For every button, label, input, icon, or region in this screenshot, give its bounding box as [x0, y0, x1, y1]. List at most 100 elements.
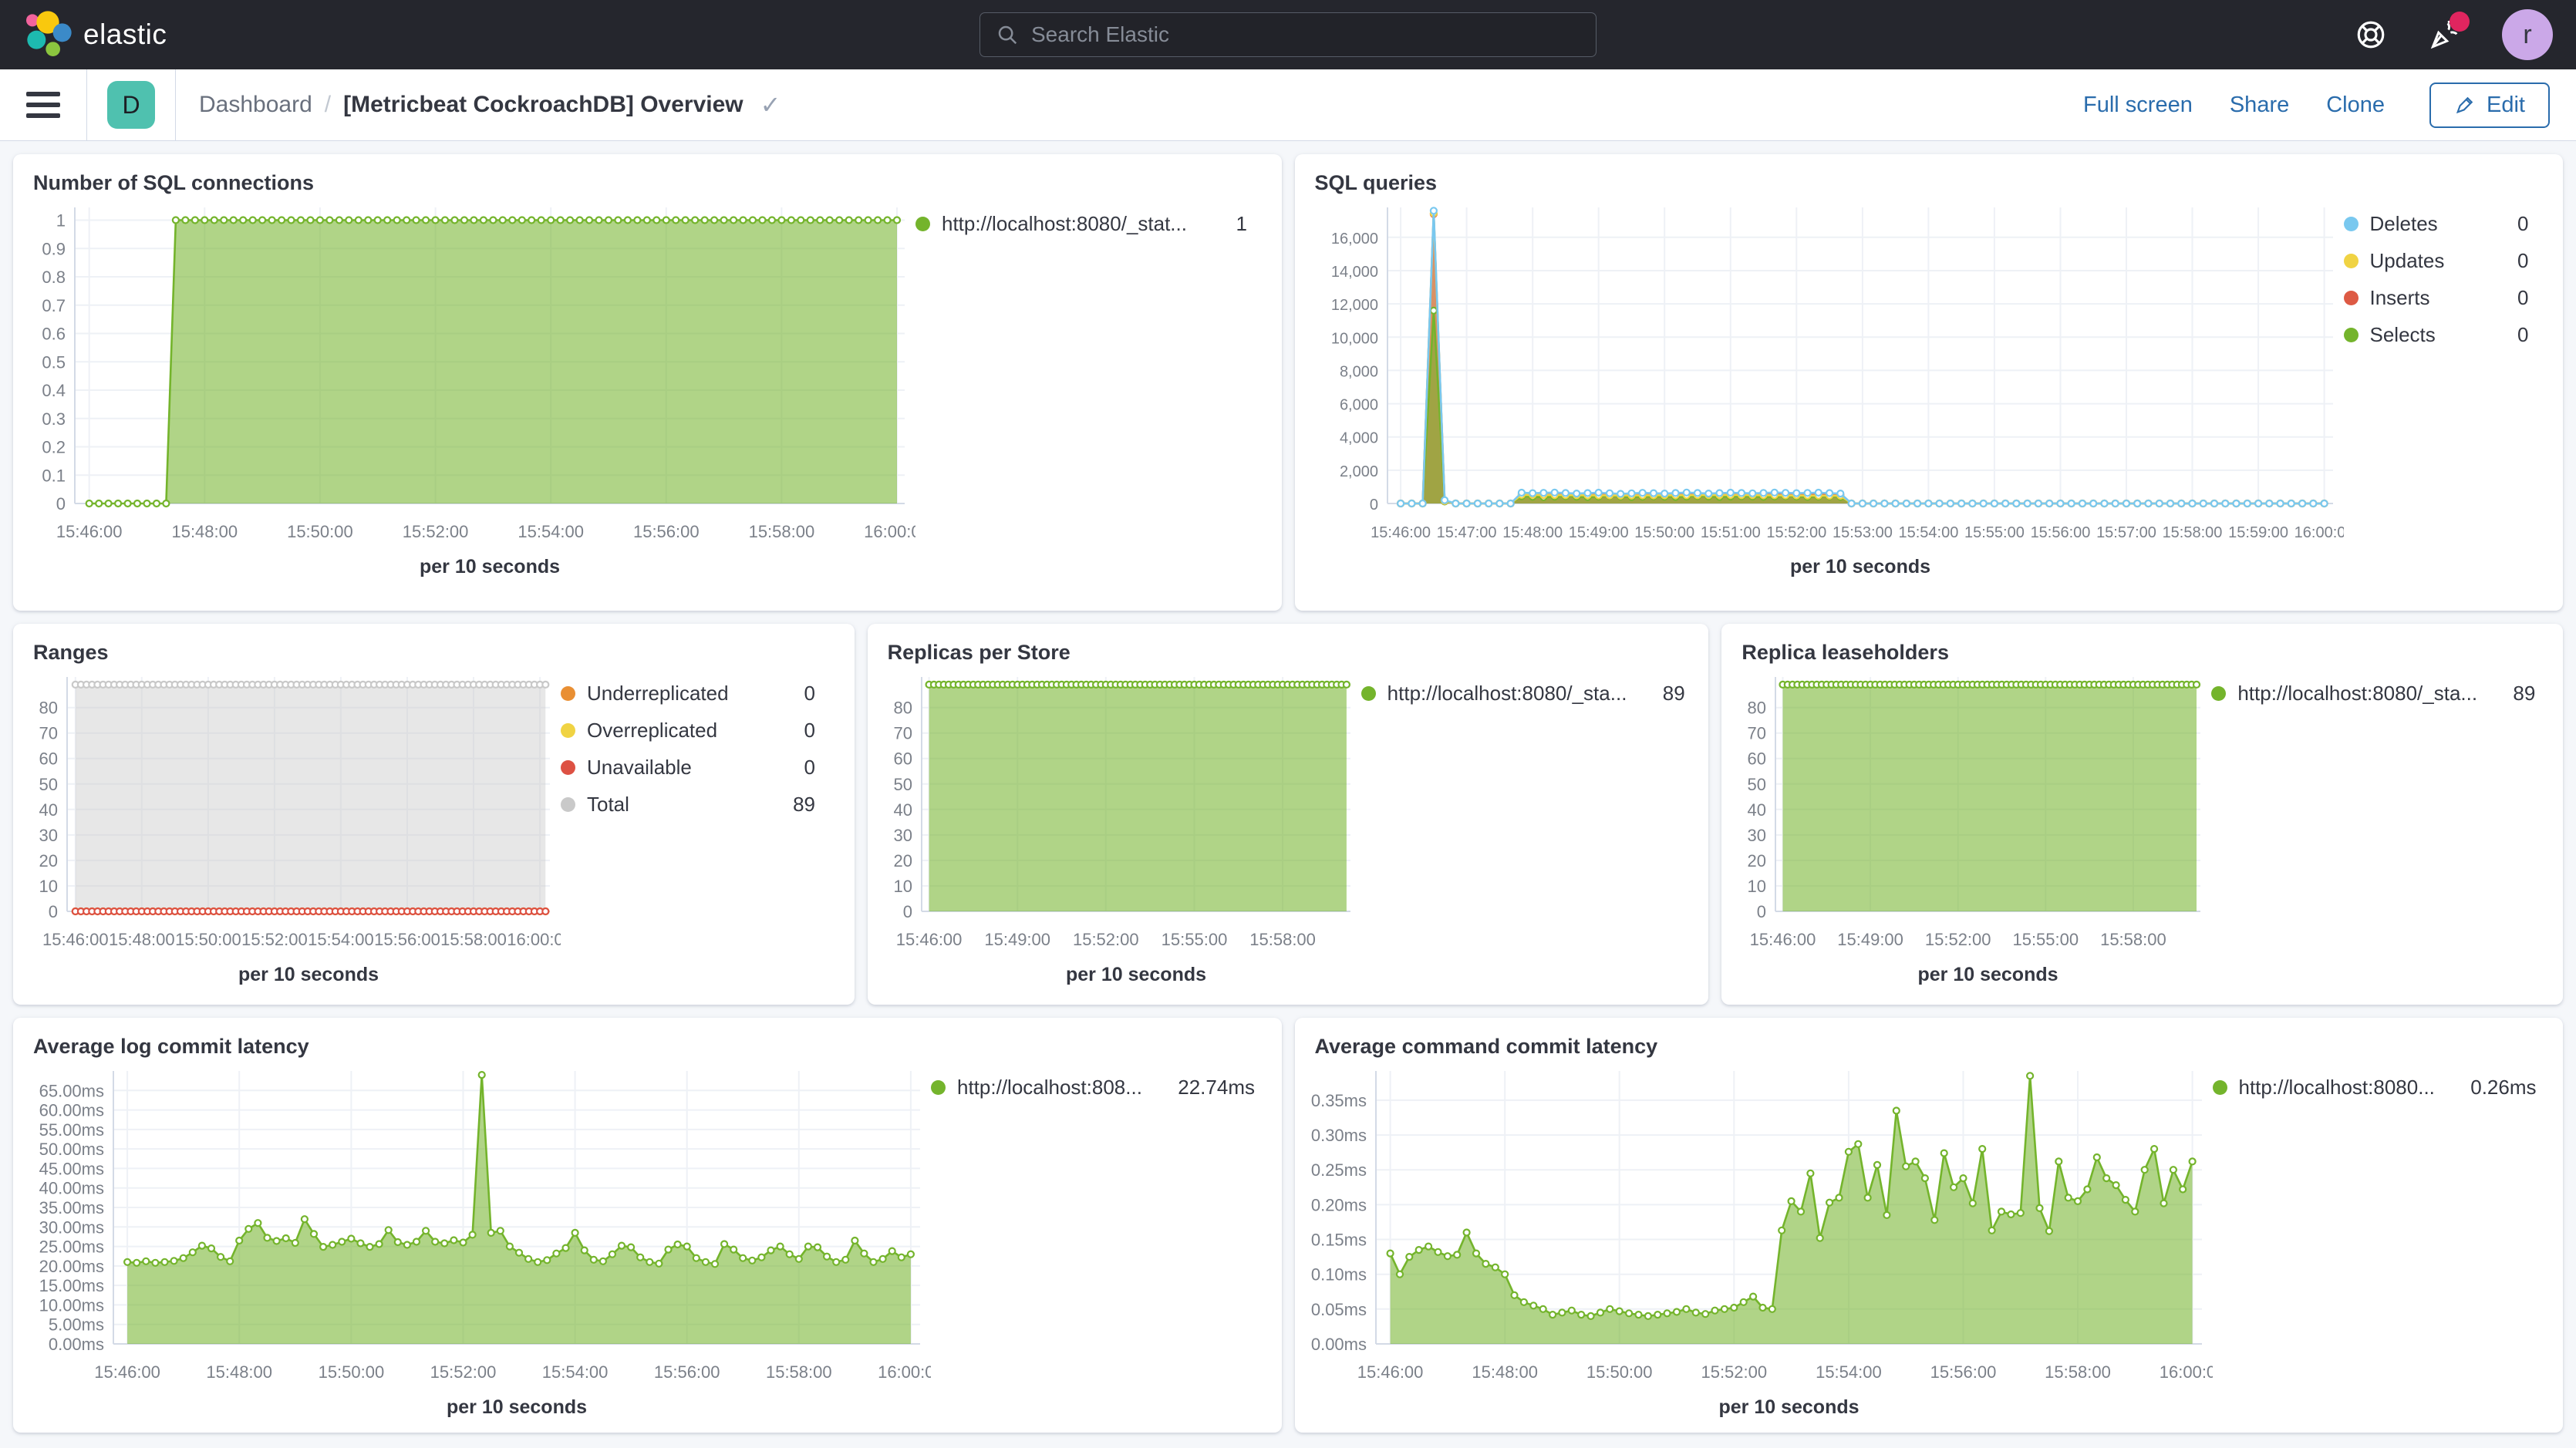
- svg-text:70: 70: [39, 724, 58, 743]
- legend-entry[interactable]: http://localhost:8080...0.26ms: [2213, 1076, 2537, 1099]
- svg-text:15:54:00: 15:54:00: [542, 1362, 609, 1382]
- svg-text:15:46:00: 15:46:00: [895, 930, 962, 949]
- share-button[interactable]: Share: [2230, 93, 2289, 118]
- search-input[interactable]: [1031, 22, 1580, 47]
- svg-text:15:58:00: 15:58:00: [749, 522, 815, 541]
- panel-sql-connections: Number of SQL connections 00.10.20.30.40…: [13, 154, 1282, 611]
- chart-svg[interactable]: 0.00ms5.00ms10.00ms15.00ms20.00ms25.00ms…: [21, 1059, 931, 1421]
- svg-text:per 10 seconds: per 10 seconds: [447, 1396, 587, 1418]
- legend-entry[interactable]: http://localhost:8080/_sta...89: [2211, 682, 2535, 705]
- chart-svg[interactable]: 0102030405060708015:46:0015:48:0015:50:0…: [21, 665, 561, 988]
- svg-text:6,000: 6,000: [1339, 397, 1377, 414]
- panel-command-commit-latency: Average command commit latency 0.00ms0.0…: [1295, 1018, 2564, 1433]
- svg-text:4,000: 4,000: [1339, 430, 1377, 447]
- breadcrumb-dashboard-link[interactable]: Dashboard: [199, 92, 312, 118]
- svg-text:30.00ms: 30.00ms: [39, 1217, 104, 1237]
- svg-text:per 10 seconds: per 10 seconds: [1718, 1396, 1859, 1418]
- svg-text:30: 30: [893, 826, 912, 845]
- svg-text:16:00:00: 16:00:00: [2159, 1362, 2212, 1382]
- chart-sql-queries[interactable]: 02,0004,0006,0008,00010,00012,00014,0001…: [1303, 195, 2344, 584]
- legend-value: 1: [1224, 212, 1247, 236]
- svg-text:60: 60: [893, 749, 912, 769]
- page-title: [Metricbeat CockroachDB] Overview: [343, 92, 743, 118]
- svg-text:15:58:00: 15:58:00: [2162, 524, 2222, 541]
- legend-label: http://localhost:8080...: [2239, 1076, 2435, 1099]
- dashboard-grid: Number of SQL connections 00.10.20.30.40…: [0, 141, 2576, 1446]
- chart-svg[interactable]: 0102030405060708015:46:0015:49:0015:52:0…: [875, 665, 1361, 988]
- legend-entry[interactable]: Deletes0: [2344, 212, 2529, 236]
- svg-text:40: 40: [39, 800, 58, 820]
- legend-entry[interactable]: Overreplicated0: [561, 719, 815, 743]
- svg-text:15:52:00: 15:52:00: [403, 522, 469, 541]
- svg-text:15:50:00: 15:50:00: [175, 930, 241, 949]
- user-avatar[interactable]: r: [2502, 9, 2553, 60]
- chart-sql-connections[interactable]: 00.10.20.30.40.50.60.70.80.9115:46:0015:…: [21, 195, 915, 584]
- chart-command-commit-latency[interactable]: 0.00ms0.05ms0.10ms0.15ms0.20ms0.25ms0.30…: [1303, 1059, 2213, 1425]
- svg-text:0.1: 0.1: [42, 466, 66, 485]
- dashboard-space-badge[interactable]: D: [107, 81, 155, 129]
- svg-text:20: 20: [1748, 851, 1766, 870]
- legend-entry[interactable]: Total89: [561, 793, 815, 817]
- svg-text:12,000: 12,000: [1330, 297, 1377, 314]
- clone-button[interactable]: Clone: [2326, 93, 2385, 118]
- svg-text:50.00ms: 50.00ms: [39, 1140, 104, 1159]
- svg-text:40: 40: [893, 800, 912, 820]
- svg-text:0.6: 0.6: [42, 325, 66, 344]
- svg-text:10,000: 10,000: [1330, 330, 1377, 347]
- legend-entry[interactable]: http://localhost:8080/_stat...1: [915, 212, 1247, 236]
- legend-value: 22.74ms: [1165, 1076, 1255, 1099]
- global-search[interactable]: [979, 12, 1597, 57]
- help-button[interactable]: [2354, 18, 2388, 52]
- legend-entry[interactable]: http://localhost:808...22.74ms: [931, 1076, 1255, 1099]
- svg-text:10: 10: [893, 877, 912, 896]
- legend-dot: [561, 797, 575, 812]
- svg-text:15:49:00: 15:49:00: [1838, 930, 1904, 949]
- svg-text:15:48:00: 15:48:00: [1502, 524, 1563, 541]
- svg-text:80: 80: [1748, 699, 1766, 718]
- svg-text:0.25ms: 0.25ms: [1310, 1160, 1366, 1180]
- svg-text:0.35ms: 0.35ms: [1310, 1091, 1366, 1110]
- legend-dot: [1361, 686, 1376, 701]
- legend-entry[interactable]: Updates0: [2344, 249, 2529, 273]
- elastic-logo-icon[interactable]: [23, 10, 72, 59]
- chart-svg[interactable]: 00.10.20.30.40.50.60.70.80.9115:46:0015:…: [21, 195, 915, 581]
- chart-ranges[interactable]: 0102030405060708015:46:0015:48:0015:50:0…: [21, 665, 561, 992]
- chart-log-commit-latency[interactable]: 0.00ms5.00ms10.00ms15.00ms20.00ms25.00ms…: [21, 1059, 931, 1425]
- legend-entry[interactable]: Inserts0: [2344, 286, 2529, 310]
- chart-replica-leaseholders[interactable]: 0102030405060708015:46:0015:49:0015:52:0…: [1729, 665, 2211, 992]
- svg-text:0.20ms: 0.20ms: [1310, 1195, 1366, 1214]
- svg-text:0.30ms: 0.30ms: [1310, 1126, 1366, 1145]
- svg-text:0: 0: [1369, 497, 1377, 514]
- full-screen-button[interactable]: Full screen: [2083, 93, 2193, 118]
- legend-entry[interactable]: http://localhost:8080/_sta...89: [1361, 682, 1685, 705]
- legend-label: Inserts: [2370, 286, 2430, 310]
- legend: http://localhost:8080...0.26ms: [2213, 1059, 2537, 1113]
- panel-log-commit-latency: Average log commit latency 0.00ms5.00ms1…: [13, 1018, 1282, 1433]
- legend-dot: [2344, 291, 2359, 305]
- panel-title: SQL queries: [1295, 154, 2564, 195]
- legend-dot: [2344, 328, 2359, 342]
- svg-text:10.00ms: 10.00ms: [39, 1295, 104, 1315]
- chart-svg[interactable]: 0102030405060708015:46:0015:49:0015:52:0…: [1729, 665, 2211, 988]
- menu-button[interactable]: [26, 92, 60, 118]
- svg-text:80: 80: [893, 699, 912, 718]
- legend-entry[interactable]: Selects0: [2344, 323, 2529, 347]
- svg-text:15:50:00: 15:50:00: [1634, 524, 1694, 541]
- chart-replicas-per-store[interactable]: 0102030405060708015:46:0015:49:0015:52:0…: [875, 665, 1361, 992]
- svg-text:50: 50: [893, 775, 912, 794]
- saved-check-icon: ✓: [760, 90, 781, 120]
- chart-svg[interactable]: 02,0004,0006,0008,00010,00012,00014,0001…: [1303, 195, 2344, 581]
- svg-text:15:46:00: 15:46:00: [1357, 1362, 1423, 1382]
- chart-svg[interactable]: 0.00ms0.05ms0.10ms0.15ms0.20ms0.25ms0.30…: [1303, 1059, 2213, 1421]
- panel-title: Replicas per Store: [868, 624, 1709, 665]
- legend-entry[interactable]: Underreplicated0: [561, 682, 815, 705]
- legend-value: 0: [2505, 212, 2528, 236]
- newsfeed-button[interactable]: [2428, 18, 2462, 52]
- legend-entry[interactable]: Unavailable0: [561, 756, 815, 780]
- legend-value: 0: [792, 756, 815, 780]
- edit-button[interactable]: Edit: [2429, 83, 2550, 128]
- svg-text:per 10 seconds: per 10 seconds: [1066, 964, 1206, 985]
- svg-text:0.2: 0.2: [42, 438, 66, 457]
- svg-text:70: 70: [1748, 724, 1766, 743]
- svg-text:0.9: 0.9: [42, 239, 66, 258]
